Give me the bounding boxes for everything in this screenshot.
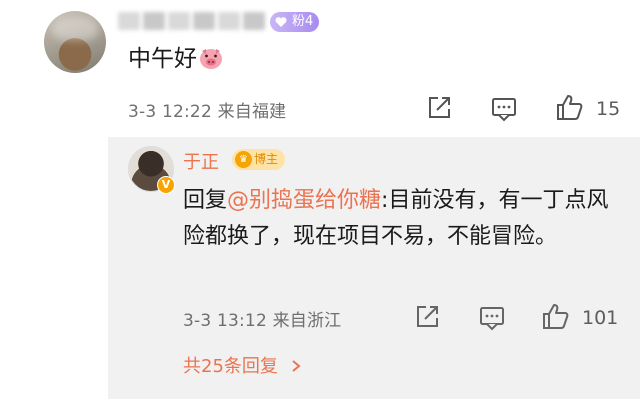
pig-face-emoji-icon [200,49,222,69]
reply-share-icon[interactable] [413,303,441,331]
verified-v-icon: V [157,176,175,194]
reply-location: 来自浙江 [272,311,342,331]
reply-meta: 3-3 13:12 来自浙江 [183,306,341,331]
comment-body: 中午好 [128,46,197,72]
blogger-badge: ♛ 博主 [232,149,286,170]
fan-badge-label: 粉4 [292,14,314,29]
mention-link[interactable]: @别捣蛋给你糖 [227,188,381,213]
comment-location: 来自福建 [217,102,287,122]
share-icon[interactable] [425,94,453,122]
fan-level-badge: 粉4 [270,12,320,32]
like-count: 15 [596,98,621,120]
reply-prefix: 回复 [183,188,228,213]
reply-author-name[interactable]: 于正 [183,148,219,174]
like-icon[interactable] [555,92,585,122]
fan-heart-icon [275,17,287,27]
commenter-name-blurred[interactable] [118,10,278,32]
comment-icon[interactable] [490,95,518,123]
chevron-right-icon [292,360,301,372]
reply-text: 回复@别捣蛋给你糖:目前没有，有一丁点风险都换了，现在项目不易，不能冒险。 [183,183,623,255]
commenter-avatar[interactable] [44,11,106,73]
comment-meta: 3-3 12:22 来自福建 [128,97,286,122]
comment-time: 3-3 12:22 [128,102,212,122]
more-replies-label[interactable]: 共25条回复 [183,356,278,377]
blogger-badge-label: 博主 [254,152,279,166]
reply-like-icon[interactable] [541,301,571,331]
view-more-replies-link[interactable]: 共25条回复 [183,352,302,378]
reply-time: 3-3 13:12 [183,311,267,331]
reply-like-count: 101 [582,307,619,329]
reply-comment-icon[interactable] [478,304,506,332]
comment-text: 中午好 [128,44,224,74]
crown-icon: ♛ [235,151,252,168]
